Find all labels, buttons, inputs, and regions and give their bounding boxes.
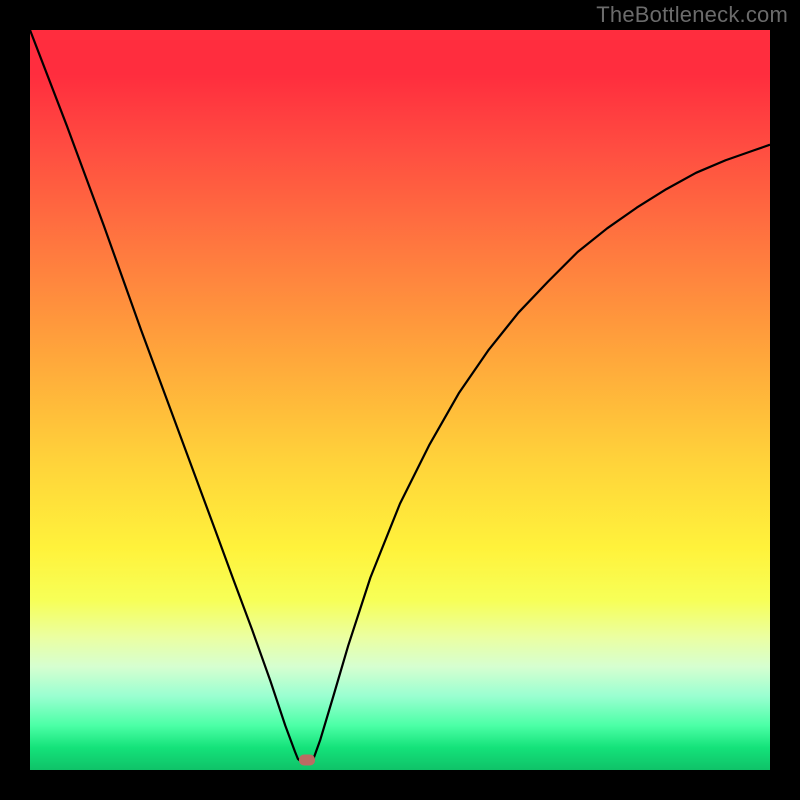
bottleneck-marker [299, 754, 315, 765]
curve-svg [30, 30, 770, 770]
plot-area [30, 30, 770, 770]
watermark-text: TheBottleneck.com [596, 2, 788, 28]
bottleneck-curve [30, 30, 770, 763]
chart-stage: TheBottleneck.com [0, 0, 800, 800]
